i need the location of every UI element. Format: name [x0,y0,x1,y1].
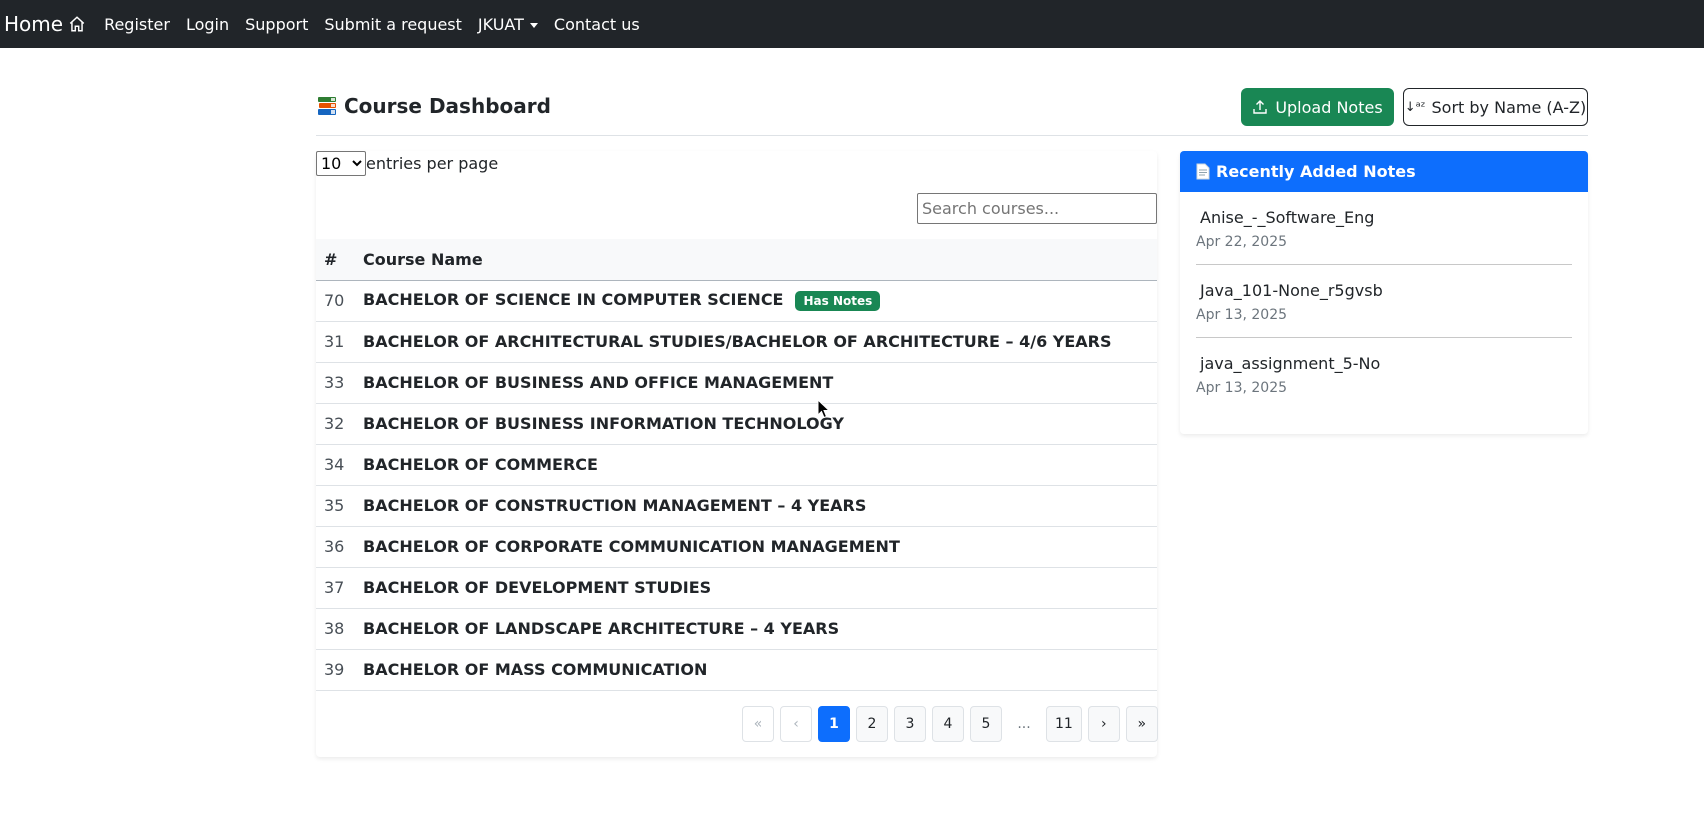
row-id: 38 [316,608,355,650]
nav-register[interactable]: Register [104,15,170,34]
row-id: 31 [316,321,355,363]
list-item[interactable]: java_assignment_5-No Apr 13, 2025 [1196,338,1572,411]
sort-alpha-icon: ↓ᵃᶻ [1404,99,1426,115]
page-first-button[interactable]: « [742,706,774,742]
table-row[interactable]: 70 BACHELOR OF SCIENCE IN COMPUTER SCIEN… [316,280,1157,322]
course-name[interactable]: BACHELOR OF MASS COMMUNICATION [355,649,1157,691]
note-date: Apr 13, 2025 [1196,380,1288,396]
note-title[interactable]: Java_101-None_r5gvsb [1196,281,1572,300]
page-button-1[interactable]: 1 [818,706,850,742]
page-button-5[interactable]: 5 [970,706,1002,742]
page-button-4[interactable]: 4 [932,706,964,742]
top-navbar: Home Register Login Support Submit a req… [0,0,1704,48]
home-link[interactable]: Home [4,12,86,36]
entries-label: entries per page [366,154,499,173]
nav-login[interactable]: Login [186,15,229,34]
row-id: 34 [316,444,355,486]
sort-button[interactable]: ↓ᵃᶻ Sort by Name (A-Z) [1403,88,1588,126]
note-date: Apr 22, 2025 [1196,234,1288,250]
entries-control: 10 entries per page [316,151,498,176]
note-title[interactable]: java_assignment_5-No [1196,354,1572,373]
note-title[interactable]: Anise_-_Software_Eng [1196,208,1572,227]
course-name[interactable]: BACHELOR OF COMMERCE [355,444,1157,486]
table-row[interactable]: 34 BACHELOR OF COMMERCE [316,444,1157,486]
upload-notes-button[interactable]: Upload Notes [1241,88,1394,126]
row-id: 70 [316,280,355,322]
table-row[interactable]: 37 BACHELOR OF DEVELOPMENT STUDIES [316,567,1157,609]
page-last-button[interactable]: » [1125,706,1158,742]
row-id: 39 [316,649,355,691]
course-name[interactable]: BACHELOR OF CONSTRUCTION MANAGEMENT – 4 … [355,485,1157,527]
column-header-id[interactable]: # [316,239,355,281]
row-id: 32 [316,403,355,445]
nav-support[interactable]: Support [245,15,308,34]
page-prev-button[interactable]: ‹ [780,706,812,742]
table-header-row: # Course Name [316,239,1157,281]
home-icon [69,16,85,32]
list-item[interactable]: Java_101-None_r5gvsb Apr 13, 2025 [1196,265,1572,338]
page-title-text: Course Dashboard [344,94,551,118]
course-name[interactable]: BACHELOR OF CORPORATE COMMUNICATION MANA… [355,526,1157,568]
row-id: 36 [316,526,355,568]
list-item[interactable]: Anise_-_Software_Eng Apr 22, 2025 [1196,192,1572,265]
courses-table: # Course Name 70 BACHELOR OF SCIENCE IN … [316,239,1157,691]
course-name[interactable]: BACHELOR OF BUSINESS AND OFFICE MANAGEME… [355,362,1157,404]
dashboard-header: Course Dashboard Upload Notes ↓ᵃᶻ Sort b… [316,88,1588,136]
has-notes-badge: Has Notes [795,290,881,311]
page-button-3[interactable]: 3 [894,706,926,742]
table-row[interactable]: 35 BACHELOR OF CONSTRUCTION MANAGEMENT –… [316,485,1157,527]
table-row[interactable]: 33 BACHELOR OF BUSINESS AND OFFICE MANAG… [316,362,1157,404]
table-row[interactable]: 38 BACHELOR OF LANDSCAPE ARCHITECTURE – … [316,608,1157,650]
course-name[interactable]: BACHELOR OF DEVELOPMENT STUDIES [355,567,1157,609]
page-button-2[interactable]: 2 [856,706,888,742]
table-row[interactable]: 36 BACHELOR OF CORPORATE COMMUNICATION M… [316,526,1157,568]
document-icon [1196,163,1210,180]
page-next-button[interactable]: › [1087,706,1120,742]
course-name[interactable]: BACHELOR OF BUSINESS INFORMATION TECHNOL… [355,403,1157,445]
page-button-11[interactable]: 11 [1046,706,1082,742]
course-name: BACHELOR OF SCIENCE IN COMPUTER SCIENCE [363,290,784,310]
upload-notes-label: Upload Notes [1275,97,1383,117]
column-header-course-name[interactable]: Course Name [355,239,1157,281]
recent-notes-card: Recently Added Notes Anise_-_Software_En… [1180,151,1588,434]
sort-label: Sort by Name (A-Z) [1431,97,1587,117]
courses-card: 10 entries per page # Course Name 70 BAC… [316,151,1158,757]
nav-submit-request[interactable]: Submit a request [324,15,462,34]
course-name-cell[interactable]: BACHELOR OF SCIENCE IN COMPUTER SCIENCE H… [355,280,1157,322]
mouse-pointer-icon [817,399,831,419]
page-ellipsis: ... [1017,716,1031,732]
home-label: Home [4,12,64,36]
pagination: « ‹ 1 2 3 4 5 ... 11 › » [736,706,1158,742]
recent-notes-title: Recently Added Notes [1216,162,1416,181]
table-row[interactable]: 39 BACHELOR OF MASS COMMUNICATION [316,649,1157,691]
note-date: Apr 13, 2025 [1196,307,1288,323]
nav-jkuat-label: JKUAT [477,14,524,34]
caret-down-icon [529,22,538,28]
page-title: Course Dashboard [316,94,551,118]
row-id: 35 [316,485,355,527]
row-id: 33 [316,362,355,404]
recent-notes-header: Recently Added Notes [1180,151,1588,192]
table-row[interactable]: 32 BACHELOR OF BUSINESS INFORMATION TECH… [316,403,1157,445]
entries-per-page-select[interactable]: 10 [316,151,366,176]
table-row[interactable]: 31 BACHELOR OF ARCHITECTURAL STUDIES/BAC… [316,321,1157,363]
nav-jkuat-dropdown[interactable]: JKUAT [478,15,538,34]
row-id: 37 [316,567,355,609]
upload-icon [1253,100,1268,114]
nav-contact[interactable]: Contact us [554,15,640,34]
course-name[interactable]: BACHELOR OF ARCHITECTURAL STUDIES/BACHEL… [355,321,1157,363]
search-courses-input[interactable] [917,193,1157,224]
course-name[interactable]: BACHELOR OF LANDSCAPE ARCHITECTURE – 4 Y… [355,608,1157,650]
books-icon [318,97,336,115]
